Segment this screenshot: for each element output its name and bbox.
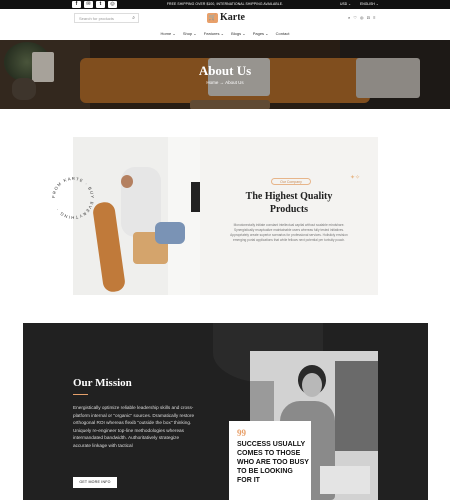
photo-monitor bbox=[191, 182, 200, 212]
promo-text: FREE SHIPPING OVER $100, INTERNATIONAL S… bbox=[166, 2, 284, 6]
photo-clothes-rack bbox=[335, 361, 378, 451]
sparkle-icon: ✦✧ bbox=[350, 175, 361, 181]
title-underline bbox=[73, 394, 88, 396]
breadcrumb-separator-icon: → bbox=[219, 80, 225, 85]
mission-title: Our Mission bbox=[73, 377, 132, 389]
cart-logo-icon: 🛒 bbox=[207, 12, 218, 23]
nav-item-shop[interactable]: Shop ⌄ bbox=[183, 31, 197, 36]
page-title: About Us bbox=[198, 63, 252, 78]
nav-item-contact[interactable]: Contact bbox=[276, 31, 290, 36]
main-nav: Home ⌄ Shop ⌄ Features ⌄ Blogs ⌄ Pages ⌄… bbox=[0, 31, 450, 36]
photo-window bbox=[168, 137, 200, 295]
site-logo[interactable]: 🛒 Karte bbox=[207, 12, 245, 23]
circular-badge-text: FROM KARTE · BUY EVERYTHING · bbox=[51, 176, 94, 220]
quote-text: SUCCESS USUALLY COMES TO THOSE WHO ARE T… bbox=[237, 441, 309, 484]
breadcrumb-current: About Us bbox=[225, 80, 244, 85]
photo-jeans bbox=[155, 222, 185, 244]
circular-badge: FROM KARTE · BUY EVERYTHING · bbox=[51, 176, 95, 220]
quality-title-line1: The Highest Quality bbox=[245, 191, 333, 202]
language-select[interactable]: ENGLISH ⌄ bbox=[360, 0, 379, 9]
quote-icon: 99 bbox=[237, 428, 246, 438]
company-badge: Our Company bbox=[271, 178, 311, 185]
page-hero: About Us Home → About Us bbox=[0, 40, 450, 109]
header-icons[interactable]: ⌕ ♡ ◎ ⊡ ≡ bbox=[348, 15, 376, 20]
photo-laptop bbox=[320, 466, 370, 494]
mission-body: Energistically optimize reliable leaders… bbox=[73, 405, 195, 448]
search-input[interactable]: Search for products ⌕ bbox=[74, 13, 139, 23]
quality-body: Monotonectally initiate constant intelle… bbox=[230, 223, 348, 242]
photo-head bbox=[121, 175, 133, 188]
site-header: Search for products ⌕ 🛒 Karte ⌕ ♡ ◎ ⊡ ≡ … bbox=[0, 9, 450, 40]
breadcrumb: Home → About Us bbox=[0, 80, 450, 85]
quality-title-line2: Products bbox=[269, 204, 309, 215]
search-placeholder: Search for products bbox=[79, 16, 114, 21]
nav-item-pages[interactable]: Pages ⌄ bbox=[253, 31, 269, 36]
quality-card: Our Company ✦✧ The Highest Quality Produ… bbox=[200, 137, 378, 295]
photo-face bbox=[302, 373, 322, 397]
nav-item-features[interactable]: Features ⌄ bbox=[204, 31, 224, 36]
nav-item-blogs[interactable]: Blogs ⌄ bbox=[231, 31, 245, 36]
nav-item-home[interactable]: Home ⌄ bbox=[161, 31, 176, 36]
search-icon[interactable]: ⌕ bbox=[132, 14, 135, 23]
svg-text:FROM KARTE · BUY EVERYTHING ·: FROM KARTE · BUY EVERYTHING · bbox=[51, 176, 95, 220]
quality-title: The Highest Quality Products bbox=[200, 190, 378, 216]
breadcrumb-home[interactable]: Home bbox=[206, 80, 218, 85]
top-bar: f ✉ t ◎ FREE SHIPPING OVER $100, INTERNA… bbox=[0, 0, 450, 9]
get-more-info-button[interactable]: GET MORE INFO bbox=[73, 477, 117, 488]
man-relaxing-photo bbox=[73, 137, 200, 295]
quote-card: 99 SUCCESS USUALLY COMES TO THOSE WHO AR… bbox=[229, 421, 311, 500]
currency-select[interactable]: USD ⌄ bbox=[340, 0, 351, 9]
logo-text: Karte bbox=[220, 12, 245, 23]
